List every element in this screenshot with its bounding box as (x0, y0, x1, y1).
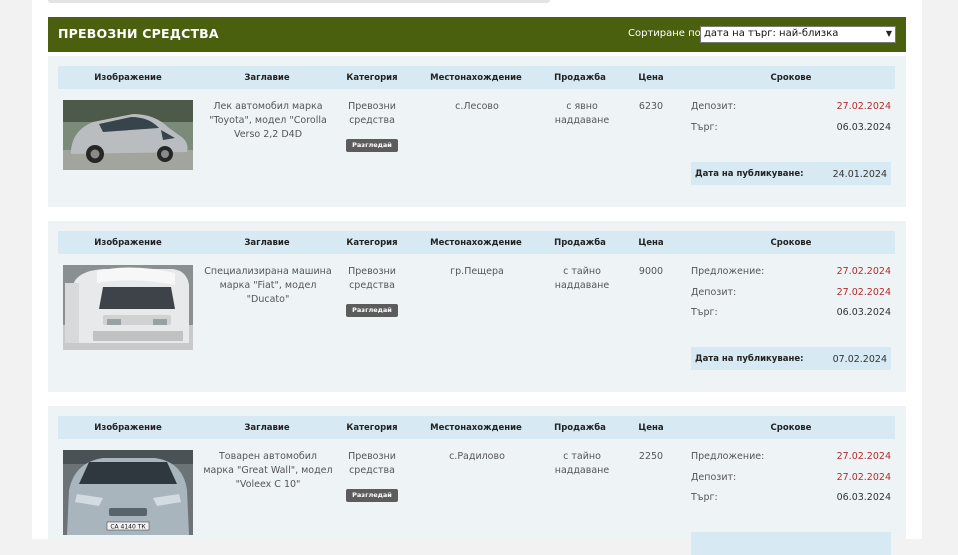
published-label: Дата на публикуване: (695, 169, 804, 179)
sort-label: Сортиране по (628, 28, 701, 39)
white-van-photo-icon (63, 265, 193, 350)
listing-thumbnail[interactable] (63, 100, 193, 170)
published-bar: Дата на публикуване: 07.02.2024 (691, 347, 891, 370)
listing-sale-type: с явно наддаване (554, 101, 610, 126)
listing-location: с.Радилово (449, 451, 505, 462)
listing-title[interactable]: Специализирана машина марка "Fiat", моде… (203, 265, 333, 307)
term-value: 06.03.2024 (836, 307, 891, 318)
col-category: Категория (346, 238, 398, 248)
published-bar: Дата на публикуване: 24.01.2024 (691, 162, 891, 185)
published-label: Дата на публикуване: (695, 354, 804, 364)
view-button[interactable]: Разгледай (346, 489, 398, 502)
term-value: 27.02.2024 (836, 266, 891, 277)
col-terms: Срокове (770, 423, 812, 433)
silver-minivan-photo-icon (63, 100, 193, 170)
silver-hatchback-photo-icon: СА 4140 ТК (63, 450, 193, 535)
listing-thumbnail[interactable]: СА 4140 ТК (63, 450, 193, 535)
col-category: Категория (346, 73, 398, 83)
table-header: Изображение Заглавие Категория Местонахо… (58, 66, 895, 89)
table-header: Изображение Заглавие Категория Местонахо… (58, 416, 895, 439)
listing-category: Превозни средства (348, 451, 396, 476)
term-value: 27.02.2024 (836, 287, 891, 298)
col-image: Изображение (94, 423, 162, 433)
view-button[interactable]: Разгледай (346, 139, 398, 152)
term-label: Търг: (691, 492, 718, 503)
listing-location: гр.Пещера (450, 266, 504, 277)
term-label: Предложение: (691, 266, 765, 277)
col-sale: Продажба (554, 73, 606, 83)
view-button[interactable]: Разгледай (346, 304, 398, 317)
listing-price: 6230 (638, 101, 664, 112)
term-label: Депозит: (691, 287, 737, 298)
term-value: 06.03.2024 (836, 492, 891, 503)
sort-select[interactable]: дата на търг: най-близка ▼ (700, 26, 896, 43)
listing-card: Изображение Заглавие Категория Местонахо… (48, 221, 906, 392)
term-value: 27.02.2024 (836, 472, 891, 483)
term-value: 27.02.2024 (836, 101, 891, 112)
term-label: Търг: (691, 307, 718, 318)
listing-location: с.Лесово (455, 101, 499, 112)
col-title: Заглавие (244, 73, 290, 83)
col-terms: Срокове (770, 73, 812, 83)
listing-title[interactable]: Товарен автомобил марка "Great Wall", мо… (203, 450, 333, 492)
term-value: 06.03.2024 (836, 122, 891, 133)
term-label: Депозит: (691, 101, 737, 112)
listing-title[interactable]: Лек автомобил марка "Toyota", модел "Cor… (203, 100, 333, 142)
col-image: Изображение (94, 238, 162, 248)
col-sale: Продажба (554, 238, 606, 248)
listing-card: Изображение Заглавие Категория Местонахо… (48, 406, 906, 555)
listing-sale-type: с тайно наддаване (554, 266, 610, 291)
listing-sale-type: с тайно наддаване (554, 451, 610, 476)
top-strip-divider (48, 0, 550, 3)
col-terms: Срокове (770, 238, 812, 248)
col-price: Цена (638, 423, 664, 433)
sort-select-value: дата на търг: най-близка (704, 28, 839, 39)
section-header: ПРЕВОЗНИ СРЕДСТВА Сортиране по дата на т… (48, 17, 906, 52)
listing-thumbnail[interactable] (63, 265, 193, 350)
col-price: Цена (638, 73, 664, 83)
col-title: Заглавие (244, 423, 290, 433)
listing-price: 9000 (638, 266, 664, 277)
published-date: 07.02.2024 (832, 354, 887, 365)
col-location: Местонахождение (430, 423, 522, 433)
term-label: Търг: (691, 122, 718, 133)
table-header: Изображение Заглавие Категория Местонахо… (58, 231, 895, 254)
term-label: Предложение: (691, 451, 765, 462)
term-value: 27.02.2024 (836, 451, 891, 462)
license-plate-text: СА 4140 ТК (110, 524, 146, 531)
listing-price: 2250 (638, 451, 664, 462)
col-title: Заглавие (244, 238, 290, 248)
col-location: Местонахождение (430, 238, 522, 248)
col-category: Категория (346, 423, 398, 433)
term-label: Депозит: (691, 472, 737, 483)
col-sale: Продажба (554, 423, 606, 433)
section-title: ПРЕВОЗНИ СРЕДСТВА (58, 26, 219, 41)
listing-card: Изображение Заглавие Категория Местонахо… (48, 56, 906, 207)
col-image: Изображение (94, 73, 162, 83)
published-bar (691, 532, 891, 555)
listing-category: Превозни средства (348, 266, 396, 291)
chevron-down-icon: ▼ (885, 29, 892, 38)
published-date: 24.01.2024 (832, 169, 887, 180)
col-location: Местонахождение (430, 73, 522, 83)
listing-category: Превозни средства (348, 101, 396, 126)
col-price: Цена (638, 238, 664, 248)
